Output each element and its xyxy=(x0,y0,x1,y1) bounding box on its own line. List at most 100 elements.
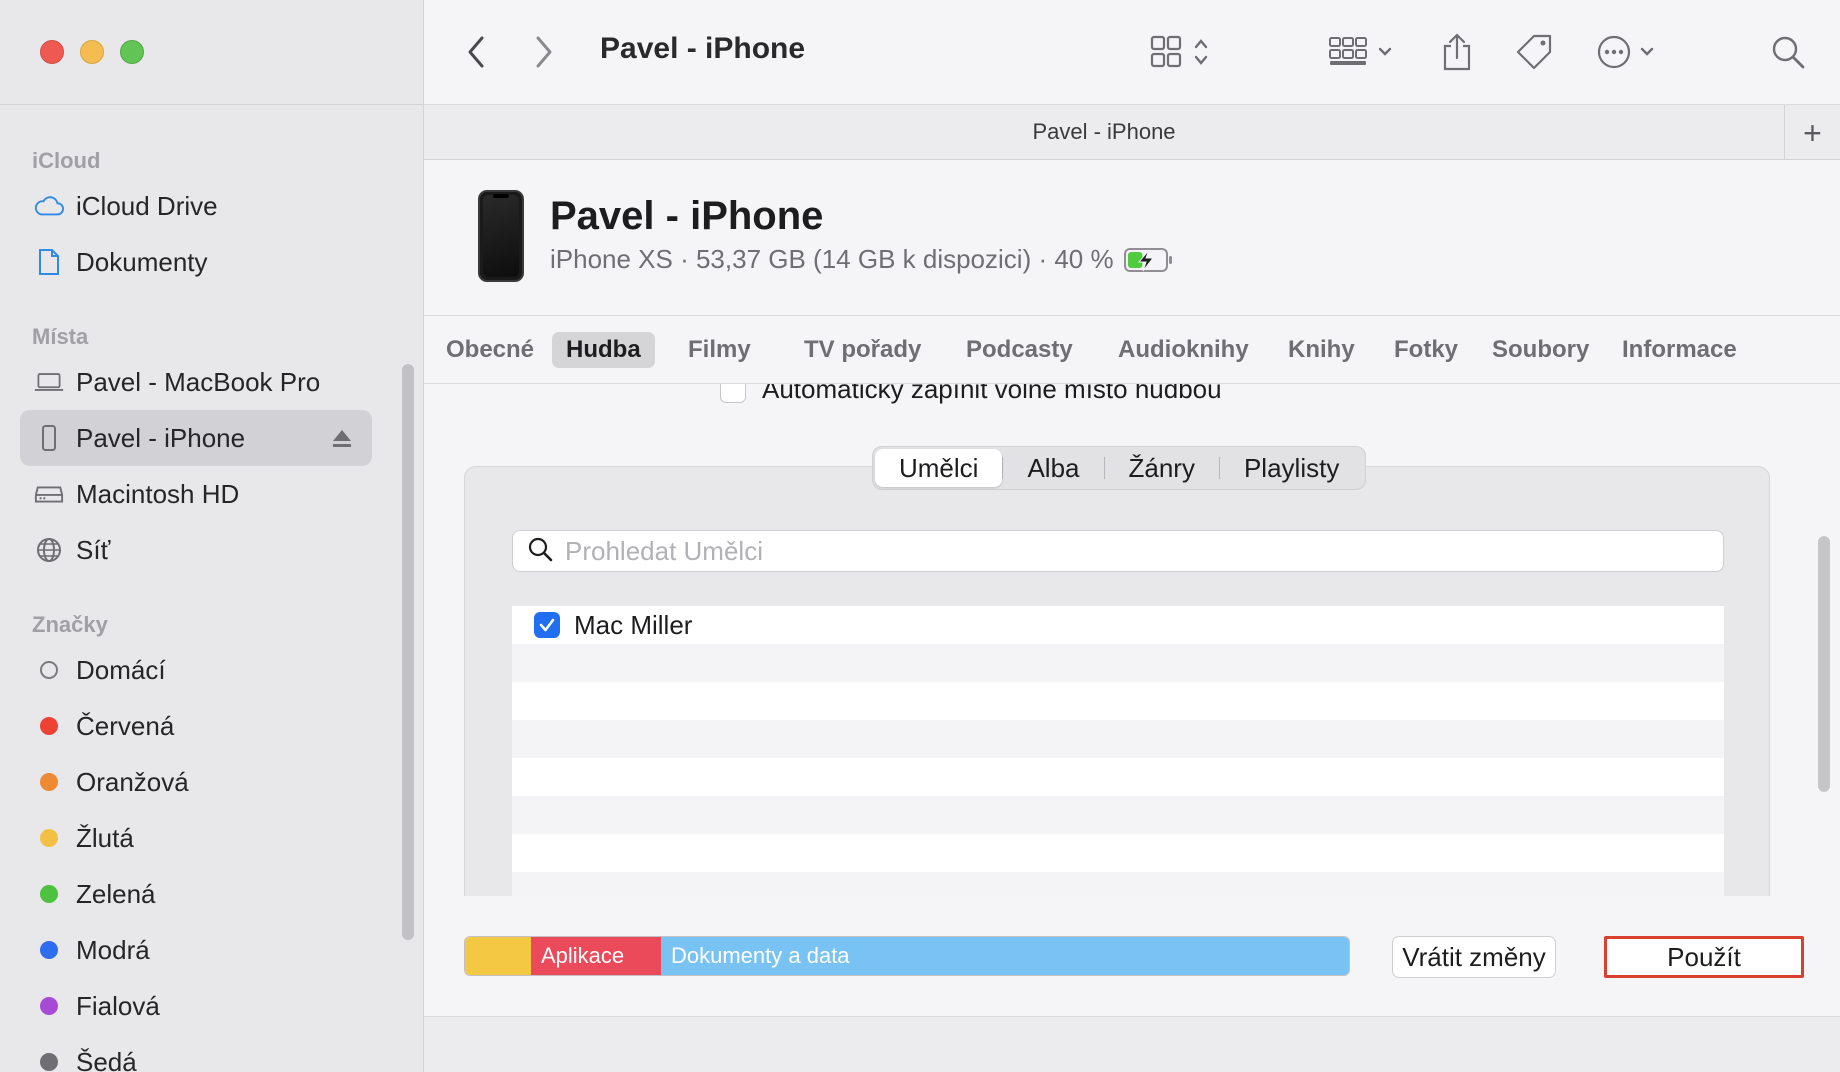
sidebar-section-icloud: iCloud xyxy=(32,148,101,173)
sidebar-tag-oranzova[interactable]: Oranžová xyxy=(20,754,372,810)
sidebar-item-iphone[interactable]: Pavel - iPhone xyxy=(20,410,372,466)
segment-umelci[interactable]: Umělci xyxy=(875,449,1003,487)
sidebar-tag-seda[interactable]: Šedá xyxy=(20,1034,372,1072)
sidebar: iCloud iCloud Drive Dokumenty Místa Pave… xyxy=(0,0,424,1072)
forward-chevron-icon[interactable] xyxy=(532,30,556,74)
list-item-empty xyxy=(512,682,1724,720)
artist-list: Mac Miller xyxy=(512,606,1724,896)
list-item-empty xyxy=(512,720,1724,758)
list-item-empty xyxy=(512,644,1724,682)
list-item[interactable]: Mac Miller xyxy=(512,606,1724,644)
search-icon xyxy=(527,536,553,567)
tab-fotky[interactable]: Fotky xyxy=(1380,332,1472,368)
view-grid-icon[interactable] xyxy=(1150,30,1216,74)
globe-icon xyxy=(34,535,64,565)
sidebar-section-places: Místa xyxy=(32,324,89,349)
tag-dot-icon xyxy=(34,767,64,797)
sidebar-divider xyxy=(0,104,424,105)
artist-name: Mac Miller xyxy=(574,609,693,640)
sidebar-tag-domaci[interactable]: Domácí xyxy=(20,642,372,698)
main-area: Pavel - iPhone Pavel - iPhone + Pavel - … xyxy=(424,0,1840,1072)
music-segmented-control: Umělci Alba Žánry Playlisty xyxy=(872,446,1367,490)
segment-playlisty[interactable]: Playlisty xyxy=(1220,449,1363,487)
tab-filmy[interactable]: Filmy xyxy=(674,332,765,368)
auto-fill-checkbox[interactable] xyxy=(720,384,746,403)
tag-dot-icon xyxy=(34,991,64,1021)
segment-alba[interactable]: Alba xyxy=(1003,449,1103,487)
sidebar-item-macbook[interactable]: Pavel - MacBook Pro xyxy=(20,354,372,410)
storage-bar: Aplikace Dokumenty a data xyxy=(464,936,1350,976)
sidebar-tag-zelena[interactable]: Zelená xyxy=(20,866,372,922)
eject-icon[interactable] xyxy=(330,426,354,450)
revert-button[interactable]: Vrátit změny xyxy=(1392,936,1556,978)
new-tab-button[interactable]: + xyxy=(1784,105,1840,161)
device-header: Pavel - iPhone iPhone XS · 53,37 GB (14 … xyxy=(424,160,1840,316)
tag-dot-icon xyxy=(34,879,64,909)
tab-audioknihy[interactable]: Audioknihy xyxy=(1104,332,1263,368)
battery-charging-icon xyxy=(1123,247,1174,273)
sidebar-item-macintosh-hd[interactable]: Macintosh HD xyxy=(20,466,372,522)
tab-tv-porady[interactable]: TV pořady xyxy=(790,332,935,368)
sidebar-section-tags: Značky xyxy=(32,612,108,637)
auto-fill-label: Automaticky zapínit volné místo hudbou xyxy=(762,384,1222,404)
category-tabs: Obecné Hudba Filmy TV pořady Podcasty Au… xyxy=(424,316,1840,384)
tag-dot-icon xyxy=(34,935,64,965)
tab-hudba[interactable]: Hudba xyxy=(552,332,655,368)
tab-soubory[interactable]: Soubory xyxy=(1478,332,1603,368)
close-button[interactable] xyxy=(40,40,64,64)
toolbar: Pavel - iPhone xyxy=(424,0,1840,104)
more-actions-icon[interactable] xyxy=(1596,30,1660,74)
device-info-text: iPhone XS · 53,37 GB (14 GB k dispozici)… xyxy=(550,244,1114,274)
storage-segment-documents: Dokumenty a data xyxy=(661,937,1349,975)
storage-segment-other xyxy=(465,937,531,975)
sidebar-item-icloud-drive[interactable]: iCloud Drive xyxy=(20,178,372,234)
sidebar-tag-fialova[interactable]: Fialová xyxy=(20,978,372,1034)
list-item-empty xyxy=(512,834,1724,872)
tab-obecne[interactable]: Obecné xyxy=(432,332,548,368)
artist-checkbox[interactable] xyxy=(534,612,560,638)
device-info: iPhone XS · 53,37 GB (14 GB k dispozici)… xyxy=(550,244,1174,275)
sidebar-tag-zluta[interactable]: Žlutá xyxy=(20,810,372,866)
tab-knihy[interactable]: Knihy xyxy=(1274,332,1369,368)
tab-pavel-iphone[interactable]: Pavel - iPhone xyxy=(424,119,1784,145)
music-content: Automaticky zapínit volné místo hudbou U… xyxy=(424,384,1840,896)
iphone-icon xyxy=(34,423,64,453)
content-scrollbar[interactable] xyxy=(1818,536,1830,792)
document-icon xyxy=(34,247,64,277)
tag-dot-icon xyxy=(34,823,64,853)
device-name: Pavel - iPhone xyxy=(550,194,824,238)
tag-dot-icon xyxy=(34,711,64,741)
tag-icon[interactable] xyxy=(1514,30,1554,74)
auto-fill-row: Automaticky zapínit volné místo hudbou xyxy=(720,384,1222,405)
zoom-button[interactable] xyxy=(120,40,144,64)
sidebar-tag-modra[interactable]: Modrá xyxy=(20,922,372,978)
sidebar-item-sit[interactable]: Síť xyxy=(20,522,372,578)
laptop-icon xyxy=(34,367,64,397)
tab-podcasty[interactable]: Podcasty xyxy=(952,332,1087,368)
sidebar-item-dokumenty[interactable]: Dokumenty xyxy=(20,234,372,290)
window-controls xyxy=(40,40,144,64)
group-by-icon[interactable] xyxy=(1328,30,1398,74)
tab-informace[interactable]: Informace xyxy=(1608,332,1751,368)
back-chevron-icon[interactable] xyxy=(464,30,488,74)
tag-dot-icon xyxy=(34,655,64,685)
list-item-empty xyxy=(512,872,1724,896)
storage-segment-apps: Aplikace xyxy=(531,937,661,975)
artist-search-box xyxy=(512,530,1724,572)
cloud-icon xyxy=(34,191,64,221)
artist-search-input[interactable] xyxy=(565,535,1723,567)
list-item-empty xyxy=(512,758,1724,796)
segment-zanry[interactable]: Žánry xyxy=(1105,449,1219,487)
finder-window: iCloud iCloud Drive Dokumenty Místa Pave… xyxy=(0,0,1840,1072)
status-bar xyxy=(424,1016,1840,1072)
search-icon[interactable] xyxy=(1770,30,1806,74)
sidebar-scrollbar[interactable] xyxy=(402,364,414,940)
disk-icon xyxy=(34,479,64,509)
tab-bar: Pavel - iPhone + xyxy=(424,104,1840,161)
minimize-button[interactable] xyxy=(80,40,104,64)
sync-footer: Aplikace Dokumenty a data Vrátit změny P… xyxy=(424,896,1840,1072)
iphone-image xyxy=(478,190,524,282)
sidebar-tag-cervena[interactable]: Červená xyxy=(20,698,372,754)
share-icon[interactable] xyxy=(1440,30,1474,74)
apply-button[interactable]: Použít xyxy=(1604,936,1804,978)
